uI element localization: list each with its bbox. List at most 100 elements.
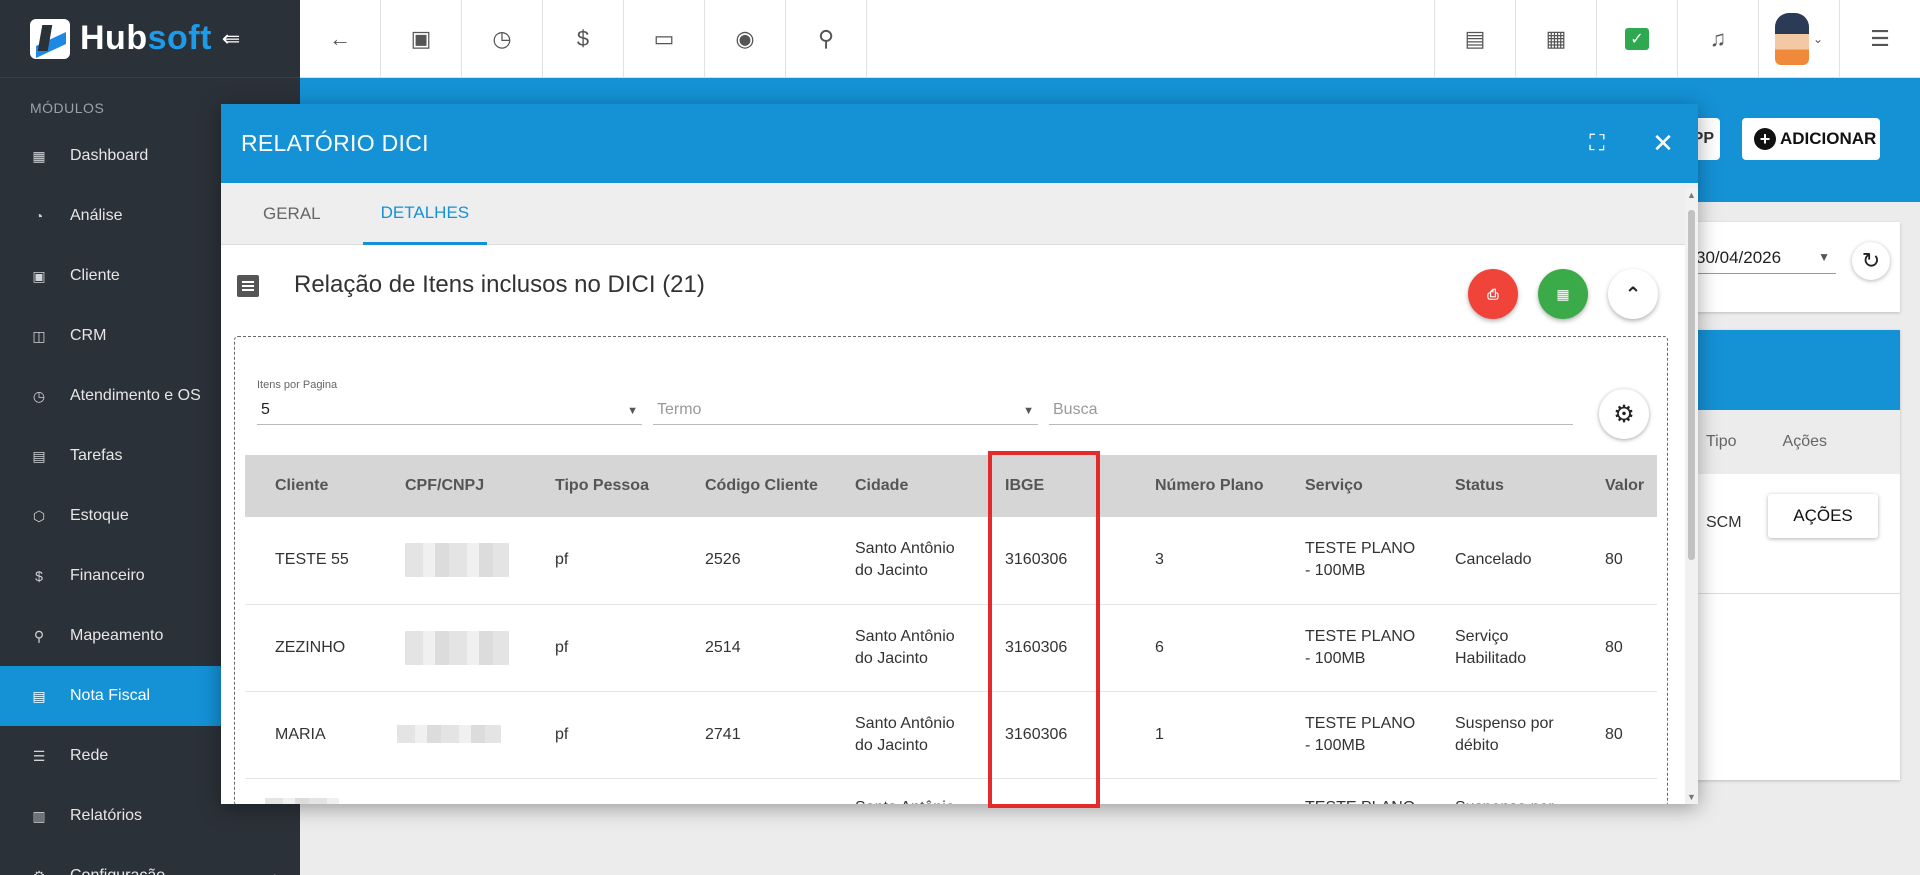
cell-cpf-cnpj <box>375 778 525 804</box>
col-cpf-cnpj[interactable]: CPF/CNPJ <box>375 455 525 517</box>
table-header: Cliente CPF/CNPJ Tipo Pessoa Código Clie… <box>245 455 1657 517</box>
search-icon: ⚲ <box>817 26 835 51</box>
close-icon: ✕ <box>1652 127 1674 158</box>
crm-board-icon: ◫ <box>32 327 46 344</box>
date-end-field[interactable]: 30/04/2026 ▼ <box>1696 244 1836 274</box>
per-page-select[interactable]: 5 ▼ <box>257 395 642 425</box>
chevron-down-icon: ▼ <box>627 405 638 417</box>
sidebar-item-label: Cliente <box>70 267 120 284</box>
col-cidade[interactable]: Cidade <box>825 455 975 517</box>
terminal-shortcut-button[interactable]: ▭ <box>624 0 705 78</box>
modal-title: RELATÓRIO DICI <box>241 130 429 156</box>
dici-table: Cliente CPF/CNPJ Tipo Pessoa Código Clie… <box>245 455 1657 804</box>
view-shortcut-button[interactable]: ◉ <box>705 0 786 78</box>
per-page-label: Itens por Pagina <box>257 379 338 391</box>
tab-geral[interactable]: GERAL <box>221 183 363 245</box>
cell-tipo-pessoa: pf <box>525 604 675 692</box>
table-row[interactable]: Santo Antônio do TESTE PLANO - Suspenso … <box>245 778 1657 804</box>
cell-numero-plano <box>1125 778 1275 804</box>
col-servico[interactable]: Serviço <box>1275 455 1425 517</box>
cell-valor: 80 <box>1575 691 1657 779</box>
cell-status: Suspenso por <box>1425 778 1575 804</box>
table-body: TESTE 55 pf 2526 Santo Antônio do Jacint… <box>245 517 1657 804</box>
cell-valor: 80 <box>1575 604 1657 692</box>
scroll-up-icon[interactable]: ▲ <box>1687 190 1696 200</box>
calendar-clock-icon: ◷ <box>492 26 512 51</box>
cell-ibge: 3160306 <box>975 517 1125 605</box>
modal-scrollbar[interactable]: ▲ ▼ <box>1685 188 1698 804</box>
termo-select[interactable]: Termo ▼ <box>653 395 1038 425</box>
excel-icon: ▦ <box>1556 285 1570 302</box>
cell-cpf-cnpj <box>375 691 525 779</box>
redacted-name <box>265 798 339 804</box>
tab-detalhes[interactable]: DETALHES <box>362 183 488 245</box>
cell-codigo-cliente: 2526 <box>675 517 825 605</box>
sidebar-item-label: Mapeamento <box>70 627 164 644</box>
fullscreen-icon: ⛶ <box>1589 130 1605 155</box>
table-row[interactable]: ZEZINHO pf 2514 Santo Antônio do Jacinto… <box>245 604 1657 692</box>
col-status[interactable]: Status <box>1425 455 1575 517</box>
redacted-document <box>405 543 509 578</box>
busca-input[interactable]: Busca <box>1049 395 1573 425</box>
col-valor[interactable]: Valor <box>1575 455 1657 517</box>
table-row[interactable]: TESTE 55 pf 2526 Santo Antônio do Jacint… <box>245 517 1657 605</box>
chevron-down-icon: ⌄ <box>1812 32 1824 46</box>
sidebar-item-configuracao[interactable]: ⚙ Configuração › <box>0 846 300 875</box>
sidebar-item-label: Rede <box>70 747 109 764</box>
main-menu-button[interactable]: ☰ <box>1839 0 1920 78</box>
dollar-icon: $ <box>576 26 590 51</box>
col-ibge[interactable]: IBGE <box>975 455 1125 517</box>
chevron-down-icon: ▼ <box>1023 405 1034 417</box>
notifications-button[interactable]: ♫ <box>1677 0 1758 78</box>
filters-row: Itens por Pagina 5 ▼ Termo ▼ Busca ⚙ <box>235 337 1667 447</box>
export-excel-button[interactable]: ▦ <box>1538 269 1588 319</box>
scrollbar-thumb[interactable] <box>1688 210 1695 560</box>
pdf-file-icon: ▤ <box>1464 26 1486 51</box>
col-tipo-pessoa[interactable]: Tipo Pessoa <box>525 455 675 517</box>
back-button[interactable]: ← <box>300 0 381 78</box>
dici-report-modal: RELATÓRIO DICI ⛶ ✕ GERAL DETALHES Relaçã… <box>221 104 1698 804</box>
close-button[interactable]: ✕ <box>1646 126 1680 160</box>
collapse-sidebar-icon[interactable]: ⇚ <box>222 26 240 52</box>
add-button[interactable]: + ADICIONAR <box>1742 118 1880 160</box>
report-panel: Itens por Pagina 5 ▼ Termo ▼ Busca ⚙ Clien… <box>234 336 1668 804</box>
client-card-icon: ▣ <box>410 26 432 51</box>
company-button[interactable]: ▦ <box>1515 0 1596 78</box>
user-menu-button[interactable]: ⌄ <box>1758 0 1839 78</box>
approvals-button[interactable]: ✓ <box>1596 0 1677 78</box>
chevron-down-icon: ▼ <box>1818 250 1830 264</box>
fullscreen-button[interactable]: ⛶ <box>1580 126 1614 160</box>
brand-soft: soft <box>147 19 212 57</box>
collapse-section-button[interactable]: ⌃ <box>1608 269 1658 319</box>
section-title-row: Relação de Itens inclusos no DICI (21) ⎙… <box>221 245 1681 327</box>
eye-icon: ◉ <box>735 26 755 51</box>
finance-shortcut-button[interactable]: $ <box>543 0 624 78</box>
back-arrow-icon: ← <box>329 26 351 51</box>
client-shortcut-button[interactable]: ▣ <box>381 0 462 78</box>
schedule-shortcut-button[interactable]: ◷ <box>462 0 543 78</box>
cell-cidade: Santo Antônio do Jacinto <box>825 517 975 605</box>
date-end-value: 30/04/2026 <box>1696 248 1782 267</box>
pie-chart-icon: ◔ <box>34 208 44 224</box>
chevron-right-icon: › <box>273 868 278 875</box>
brand-name: Hubsoft <box>80 19 212 58</box>
redacted-document <box>405 630 509 665</box>
sidebar-item-label: Nota Fiscal <box>70 687 151 704</box>
building-icon: ▦ <box>1545 26 1567 51</box>
col-numero-plano[interactable]: Número Plano <box>1125 455 1275 517</box>
sidebar-item-label: Estoque <box>70 507 129 524</box>
per-page-value: 5 <box>261 401 270 418</box>
acoes-button[interactable]: AÇÕES <box>1768 494 1878 538</box>
pdf-button[interactable]: ▤ <box>1434 0 1515 78</box>
search-button[interactable]: ⚲ <box>786 0 867 78</box>
scroll-down-icon[interactable]: ▼ <box>1687 792 1696 802</box>
export-pdf-button[interactable]: ⎙ <box>1468 269 1518 319</box>
table-row[interactable]: MARIA pf 2741 Santo Antônio do Jacinto 3… <box>245 691 1657 779</box>
refresh-button[interactable]: ↻ <box>1852 242 1890 280</box>
col-cliente[interactable]: Cliente <box>245 455 375 517</box>
col-codigo-cliente[interactable]: Código Cliente <box>675 455 825 517</box>
table-settings-button[interactable]: ⚙ <box>1599 389 1649 439</box>
cell-codigo-cliente: 2741 <box>675 691 825 779</box>
sidebar-item-label: Tarefas <box>70 447 123 464</box>
